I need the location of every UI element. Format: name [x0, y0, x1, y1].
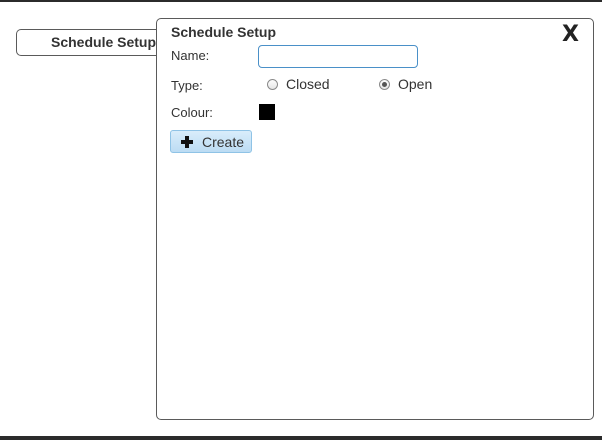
schedule-setup-panel: Schedule Setup X Name: Type: Closed Open… — [156, 18, 594, 420]
type-closed-label: Closed — [286, 76, 330, 92]
colour-label: Colour: — [171, 105, 213, 120]
create-button[interactable]: Create — [170, 130, 252, 153]
name-input[interactable] — [258, 45, 418, 68]
tab-label: Schedule Setup — [51, 34, 157, 50]
plus-icon — [181, 135, 193, 148]
type-open-label: Open — [398, 76, 433, 92]
window-bottom-border — [0, 436, 602, 440]
window-top-border — [0, 0, 602, 2]
tab-schedule-setup[interactable]: Schedule Setup — [16, 29, 164, 56]
type-label: Type: — [171, 78, 203, 93]
colour-swatch[interactable] — [259, 104, 275, 120]
type-open-radio[interactable]: Open — [379, 76, 432, 92]
type-closed-radio[interactable]: Closed — [267, 76, 330, 92]
name-label: Name: — [171, 48, 210, 63]
radio-button-icon — [267, 78, 278, 90]
panel-title: Schedule Setup — [171, 24, 277, 40]
create-button-label: Create — [202, 133, 245, 150]
radio-button-checked-icon — [379, 78, 390, 90]
close-button[interactable]: X — [562, 23, 579, 47]
